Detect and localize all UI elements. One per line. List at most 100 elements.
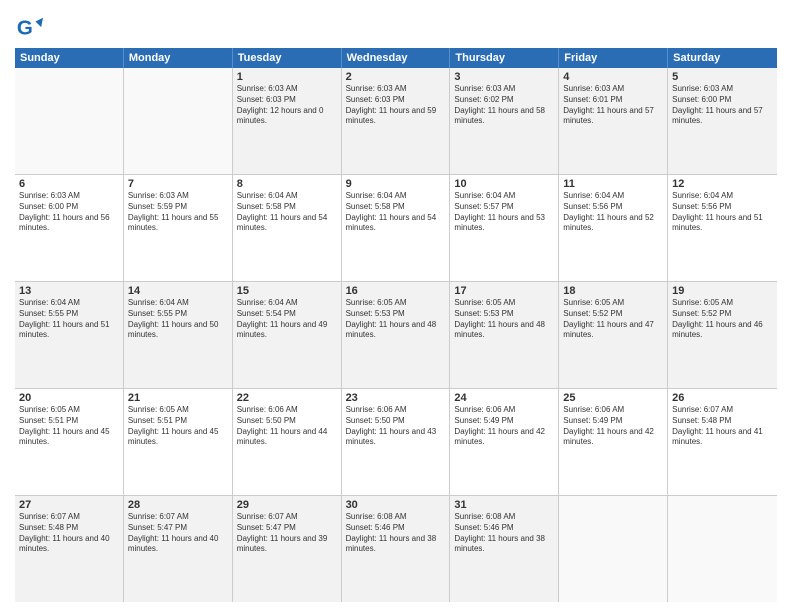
- calendar-cell: [15, 68, 124, 174]
- cell-info: Sunrise: 6:03 AMSunset: 6:02 PMDaylight:…: [454, 84, 554, 127]
- day-number: 8: [237, 178, 337, 190]
- day-number: 22: [237, 392, 337, 404]
- calendar-cell: 20Sunrise: 6:05 AMSunset: 5:51 PMDayligh…: [15, 389, 124, 495]
- cell-info: Sunrise: 6:04 AMSunset: 5:56 PMDaylight:…: [672, 191, 773, 234]
- day-number: 23: [346, 392, 446, 404]
- calendar-cell: [668, 496, 777, 602]
- calendar-cell: 16Sunrise: 6:05 AMSunset: 5:53 PMDayligh…: [342, 282, 451, 388]
- calendar-week-5: 27Sunrise: 6:07 AMSunset: 5:48 PMDayligh…: [15, 496, 777, 602]
- day-number: 4: [563, 71, 663, 83]
- calendar-cell: 11Sunrise: 6:04 AMSunset: 5:56 PMDayligh…: [559, 175, 668, 281]
- cell-info: Sunrise: 6:06 AMSunset: 5:49 PMDaylight:…: [454, 405, 554, 448]
- logo-icon: G: [15, 14, 43, 42]
- calendar-cell: 30Sunrise: 6:08 AMSunset: 5:46 PMDayligh…: [342, 496, 451, 602]
- day-number: 29: [237, 499, 337, 511]
- calendar-cell: 29Sunrise: 6:07 AMSunset: 5:47 PMDayligh…: [233, 496, 342, 602]
- calendar-cell: 13Sunrise: 6:04 AMSunset: 5:55 PMDayligh…: [15, 282, 124, 388]
- cell-info: Sunrise: 6:08 AMSunset: 5:46 PMDaylight:…: [346, 512, 446, 555]
- calendar-cell: 23Sunrise: 6:06 AMSunset: 5:50 PMDayligh…: [342, 389, 451, 495]
- day-number: 2: [346, 71, 446, 83]
- day-number: 7: [128, 178, 228, 190]
- day-number: 27: [19, 499, 119, 511]
- day-number: 31: [454, 499, 554, 511]
- calendar-cell: 6Sunrise: 6:03 AMSunset: 6:00 PMDaylight…: [15, 175, 124, 281]
- calendar-cell: 4Sunrise: 6:03 AMSunset: 6:01 PMDaylight…: [559, 68, 668, 174]
- day-header-thursday: Thursday: [450, 48, 559, 68]
- day-header-saturday: Saturday: [668, 48, 777, 68]
- cell-info: Sunrise: 6:03 AMSunset: 6:03 PMDaylight:…: [237, 84, 337, 127]
- calendar-cell: 18Sunrise: 6:05 AMSunset: 5:52 PMDayligh…: [559, 282, 668, 388]
- day-number: 3: [454, 71, 554, 83]
- day-number: 21: [128, 392, 228, 404]
- day-header-friday: Friday: [559, 48, 668, 68]
- day-header-wednesday: Wednesday: [342, 48, 451, 68]
- cell-info: Sunrise: 6:06 AMSunset: 5:50 PMDaylight:…: [237, 405, 337, 448]
- cell-info: Sunrise: 6:05 AMSunset: 5:52 PMDaylight:…: [563, 298, 663, 341]
- cell-info: Sunrise: 6:07 AMSunset: 5:47 PMDaylight:…: [237, 512, 337, 555]
- cell-info: Sunrise: 6:03 AMSunset: 6:03 PMDaylight:…: [346, 84, 446, 127]
- cell-info: Sunrise: 6:06 AMSunset: 5:49 PMDaylight:…: [563, 405, 663, 448]
- day-header-sunday: Sunday: [15, 48, 124, 68]
- cell-info: Sunrise: 6:05 AMSunset: 5:53 PMDaylight:…: [454, 298, 554, 341]
- calendar-cell: 26Sunrise: 6:07 AMSunset: 5:48 PMDayligh…: [668, 389, 777, 495]
- cell-info: Sunrise: 6:03 AMSunset: 5:59 PMDaylight:…: [128, 191, 228, 234]
- cell-info: Sunrise: 6:04 AMSunset: 5:54 PMDaylight:…: [237, 298, 337, 341]
- calendar-body: 1Sunrise: 6:03 AMSunset: 6:03 PMDaylight…: [15, 68, 777, 602]
- day-header-monday: Monday: [124, 48, 233, 68]
- day-number: 6: [19, 178, 119, 190]
- day-number: 16: [346, 285, 446, 297]
- cell-info: Sunrise: 6:06 AMSunset: 5:50 PMDaylight:…: [346, 405, 446, 448]
- cell-info: Sunrise: 6:04 AMSunset: 5:55 PMDaylight:…: [128, 298, 228, 341]
- calendar-cell: 21Sunrise: 6:05 AMSunset: 5:51 PMDayligh…: [124, 389, 233, 495]
- calendar-cell: 3Sunrise: 6:03 AMSunset: 6:02 PMDaylight…: [450, 68, 559, 174]
- cell-info: Sunrise: 6:04 AMSunset: 5:58 PMDaylight:…: [237, 191, 337, 234]
- day-number: 1: [237, 71, 337, 83]
- calendar-cell: 24Sunrise: 6:06 AMSunset: 5:49 PMDayligh…: [450, 389, 559, 495]
- calendar-week-4: 20Sunrise: 6:05 AMSunset: 5:51 PMDayligh…: [15, 389, 777, 496]
- calendar-cell: 12Sunrise: 6:04 AMSunset: 5:56 PMDayligh…: [668, 175, 777, 281]
- calendar-cell: [124, 68, 233, 174]
- calendar-cell: [559, 496, 668, 602]
- day-number: 30: [346, 499, 446, 511]
- calendar-cell: 19Sunrise: 6:05 AMSunset: 5:52 PMDayligh…: [668, 282, 777, 388]
- logo: G: [15, 14, 46, 42]
- calendar-cell: 2Sunrise: 6:03 AMSunset: 6:03 PMDaylight…: [342, 68, 451, 174]
- cell-info: Sunrise: 6:03 AMSunset: 6:01 PMDaylight:…: [563, 84, 663, 127]
- day-number: 28: [128, 499, 228, 511]
- day-number: 12: [672, 178, 773, 190]
- calendar-cell: 25Sunrise: 6:06 AMSunset: 5:49 PMDayligh…: [559, 389, 668, 495]
- cell-info: Sunrise: 6:05 AMSunset: 5:52 PMDaylight:…: [672, 298, 773, 341]
- calendar-cell: 14Sunrise: 6:04 AMSunset: 5:55 PMDayligh…: [124, 282, 233, 388]
- cell-info: Sunrise: 6:04 AMSunset: 5:57 PMDaylight:…: [454, 191, 554, 234]
- day-number: 5: [672, 71, 773, 83]
- day-number: 14: [128, 285, 228, 297]
- cell-info: Sunrise: 6:07 AMSunset: 5:47 PMDaylight:…: [128, 512, 228, 555]
- svg-text:G: G: [17, 17, 33, 40]
- cell-info: Sunrise: 6:05 AMSunset: 5:51 PMDaylight:…: [19, 405, 119, 448]
- calendar-cell: 5Sunrise: 6:03 AMSunset: 6:00 PMDaylight…: [668, 68, 777, 174]
- cell-info: Sunrise: 6:03 AMSunset: 6:00 PMDaylight:…: [672, 84, 773, 127]
- day-number: 24: [454, 392, 554, 404]
- calendar-cell: 17Sunrise: 6:05 AMSunset: 5:53 PMDayligh…: [450, 282, 559, 388]
- day-number: 9: [346, 178, 446, 190]
- calendar-cell: 8Sunrise: 6:04 AMSunset: 5:58 PMDaylight…: [233, 175, 342, 281]
- calendar-header: SundayMondayTuesdayWednesdayThursdayFrid…: [15, 48, 777, 68]
- calendar-week-3: 13Sunrise: 6:04 AMSunset: 5:55 PMDayligh…: [15, 282, 777, 389]
- day-number: 20: [19, 392, 119, 404]
- cell-info: Sunrise: 6:07 AMSunset: 5:48 PMDaylight:…: [672, 405, 773, 448]
- calendar-cell: 22Sunrise: 6:06 AMSunset: 5:50 PMDayligh…: [233, 389, 342, 495]
- day-number: 15: [237, 285, 337, 297]
- calendar-cell: 9Sunrise: 6:04 AMSunset: 5:58 PMDaylight…: [342, 175, 451, 281]
- cell-info: Sunrise: 6:05 AMSunset: 5:51 PMDaylight:…: [128, 405, 228, 448]
- calendar-cell: 7Sunrise: 6:03 AMSunset: 5:59 PMDaylight…: [124, 175, 233, 281]
- cell-info: Sunrise: 6:04 AMSunset: 5:58 PMDaylight:…: [346, 191, 446, 234]
- day-number: 17: [454, 285, 554, 297]
- calendar-cell: 31Sunrise: 6:08 AMSunset: 5:46 PMDayligh…: [450, 496, 559, 602]
- calendar: SundayMondayTuesdayWednesdayThursdayFrid…: [15, 48, 777, 602]
- cell-info: Sunrise: 6:04 AMSunset: 5:56 PMDaylight:…: [563, 191, 663, 234]
- calendar-cell: 1Sunrise: 6:03 AMSunset: 6:03 PMDaylight…: [233, 68, 342, 174]
- calendar-week-2: 6Sunrise: 6:03 AMSunset: 6:00 PMDaylight…: [15, 175, 777, 282]
- day-number: 25: [563, 392, 663, 404]
- day-number: 11: [563, 178, 663, 190]
- day-number: 26: [672, 392, 773, 404]
